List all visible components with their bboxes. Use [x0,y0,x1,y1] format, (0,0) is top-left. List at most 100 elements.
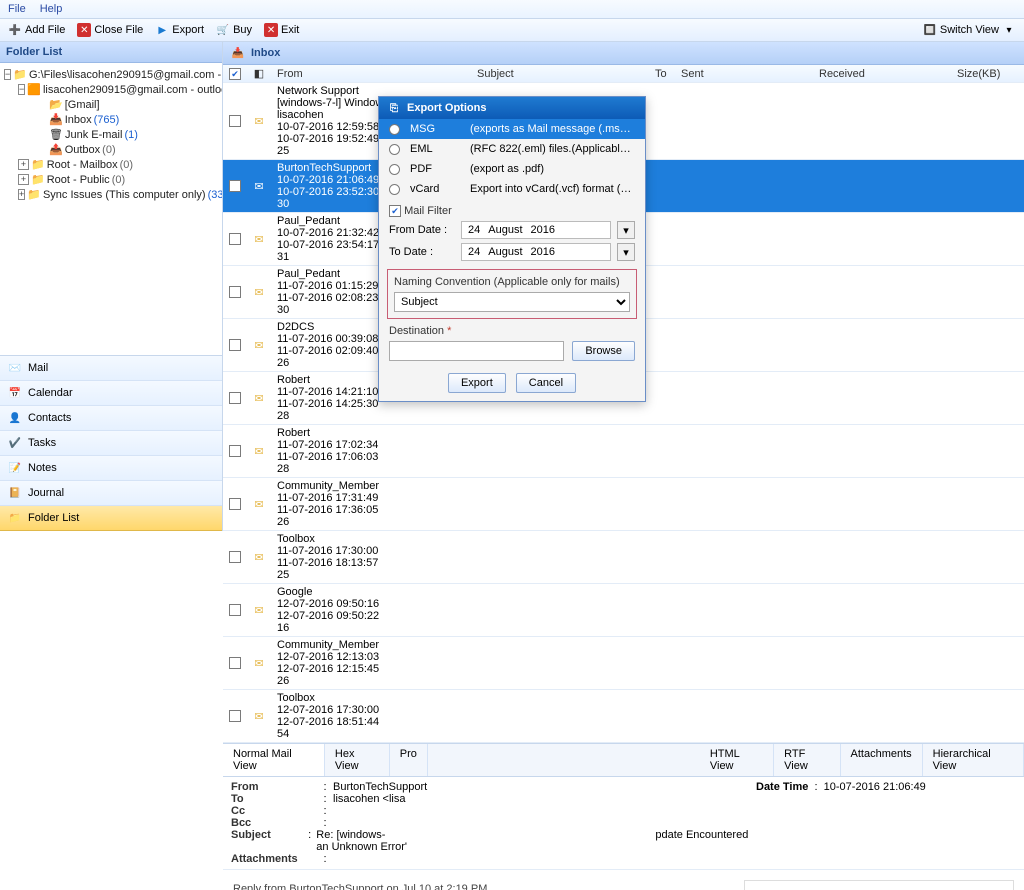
tab-rtf[interactable]: RTF View [774,744,840,776]
row-checkbox[interactable] [229,233,241,245]
tree-junk[interactable]: 🗑 Junk E-mail (1) [2,127,220,142]
from-label: From [231,781,317,793]
row-checkbox[interactable] [229,657,241,669]
tree-sync[interactable]: +📁 Sync Issues (This computer only) (332 [2,187,220,202]
notes-icon: 📝 [8,461,22,475]
tab-pro[interactable]: Pro [390,744,428,776]
col-from[interactable]: From [271,66,471,82]
col-to[interactable]: To [649,66,675,82]
naming-label: Naming Convention (Applicable only for m… [394,276,630,288]
folder-tree[interactable]: −📁 G:\Files\lisacohen290915@gmail.com - … [0,63,222,355]
to-date-picker[interactable]: 24August2016 [461,243,611,261]
dialog-title: ⎘Export Options [379,97,645,119]
tab-hex[interactable]: Hex View [325,744,390,776]
export-format-option[interactable]: EML (RFC 822(.eml) files.(Applicable onl… [379,139,645,159]
col-sent[interactable]: Sent [675,66,813,82]
mail-row[interactable]: ✉ Toolbox 12-07-2016 17:30:00 12-07-2016… [223,690,1024,743]
add-file-button[interactable]: ➕Add File [8,23,65,37]
radio-icon[interactable] [389,164,400,175]
to-date-label: To Date : [389,246,455,258]
export-icon: ▶ [155,23,169,37]
select-all-checkbox[interactable] [229,68,241,80]
export-format-option[interactable]: MSG (exports as Mail message (.msg) file… [379,119,645,139]
row-checkbox[interactable] [229,392,241,404]
tab-hierarchical[interactable]: Hierarchical View [923,744,1024,776]
tab-normal[interactable]: Normal Mail View [223,744,325,776]
collapse-icon[interactable]: − [18,84,25,95]
tree-gmail[interactable]: 📂 [Gmail] [2,97,220,112]
tab-attachments[interactable]: Attachments [841,744,923,776]
mail-row[interactable]: ✉ Community_Member 11-07-2016 17:31:49 1… [223,478,1024,531]
menu-help[interactable]: Help [40,3,63,15]
row-checkbox[interactable] [229,339,241,351]
mail-icon: ✉️ [8,361,22,375]
row-checkbox[interactable] [229,604,241,616]
export-icon: ⎘ [387,101,401,115]
to-value: lisacohen <lisa [333,793,405,805]
radio-icon[interactable] [389,184,400,195]
destination-input[interactable] [389,341,564,361]
naming-select[interactable]: Subject [394,292,630,312]
export-confirm-button[interactable]: Export [448,373,506,393]
col-received[interactable]: Received [813,66,951,82]
tab-html[interactable]: HTML View [700,744,774,776]
row-from: Google 12-07-2016 09:50:16 12-07-2016 09… [271,584,471,636]
close-file-button[interactable]: ✕Close File [77,23,143,37]
tree-root[interactable]: −📁 G:\Files\lisacohen290915@gmail.com - … [2,67,220,82]
export-button[interactable]: ▶Export [155,23,204,37]
row-from: Community_Member 11-07-2016 17:31:49 11-… [271,478,471,530]
export-format-option[interactable]: PDF (export as .pdf) [379,159,645,179]
row-checkbox[interactable] [229,551,241,563]
expand-icon[interactable]: + [18,159,29,170]
nav-notes[interactable]: 📝Notes [0,456,222,481]
row-checkbox[interactable] [229,498,241,510]
nav-tasks[interactable]: ✔️Tasks [0,431,222,456]
calendar-icon[interactable]: ▾ [617,243,635,261]
expand-icon[interactable]: + [18,174,29,185]
col-icon[interactable]: ◧ [247,65,271,82]
menu-file[interactable]: File [8,3,26,15]
nav-folder-list[interactable]: 📁Folder List [0,506,222,531]
tree-outbox[interactable]: 📤 Outbox (0) [2,142,220,157]
nav-calendar[interactable]: 📅Calendar [0,381,222,406]
switch-view-button[interactable]: 🔲Switch View▾ [923,23,1016,37]
mail-row[interactable]: ✉ Toolbox 11-07-2016 17:30:00 11-07-2016… [223,531,1024,584]
mail-row[interactable]: ✉ Robert 11-07-2016 17:02:34 11-07-2016 … [223,425,1024,478]
row-checkbox[interactable] [229,710,241,722]
mail-row[interactable]: ✉ Google 12-07-2016 09:50:16 12-07-2016 … [223,584,1024,637]
tree-root-public[interactable]: +📁 Root - Public (0) [2,172,220,187]
tree-store[interactable]: −🟧 lisacohen290915@gmail.com - outlook.p… [2,82,220,97]
row-received: 11-07-2016 17:36:05 [277,504,415,516]
exit-icon: ✕ [264,23,278,37]
nav-mail[interactable]: ✉️Mail [0,356,222,381]
nav-journal[interactable]: 📔Journal [0,481,222,506]
export-format-option[interactable]: vCard Export into vCard(.vcf) format (Ap… [379,179,645,199]
row-sent: 11-07-2016 17:02:34 [277,439,415,451]
col-size[interactable]: Size(KB) [951,66,1011,82]
view-tabs: Normal Mail View Hex View Pro HTML View … [223,743,1024,777]
mail-filter-checkbox[interactable] [389,205,401,217]
radio-icon[interactable] [389,124,400,135]
calendar-icon[interactable]: ▾ [617,221,635,239]
radio-icon[interactable] [389,144,400,155]
expand-icon[interactable]: + [18,189,25,200]
nav-contacts[interactable]: 👤Contacts [0,406,222,431]
row-checkbox[interactable] [229,115,241,127]
row-size: 26 [277,357,337,369]
row-checkbox[interactable] [229,180,241,192]
row-checkbox[interactable] [229,286,241,298]
mail-row[interactable]: ✉ Community_Member 12-07-2016 12:13:03 1… [223,637,1024,690]
tree-inbox[interactable]: 📥 Inbox (765) [2,112,220,127]
exit-button[interactable]: ✕Exit [264,23,299,37]
from-date-picker[interactable]: 24August2016 [461,221,611,239]
nav-stack: ✉️Mail 📅Calendar 👤Contacts ✔️Tasks 📝Note… [0,355,222,531]
cancel-button[interactable]: Cancel [516,373,576,393]
browse-button[interactable]: Browse [572,341,635,361]
tree-root-mailbox[interactable]: +📁 Root - Mailbox (0) [2,157,220,172]
col-subject[interactable]: Subject [471,66,649,82]
from-value: BurtonTechSupport [333,781,427,793]
buy-button[interactable]: 🛒Buy [216,23,252,37]
row-checkbox[interactable] [229,445,241,457]
collapse-icon[interactable]: − [4,69,11,80]
row-sent: 12-07-2016 17:30:00 [277,704,415,716]
